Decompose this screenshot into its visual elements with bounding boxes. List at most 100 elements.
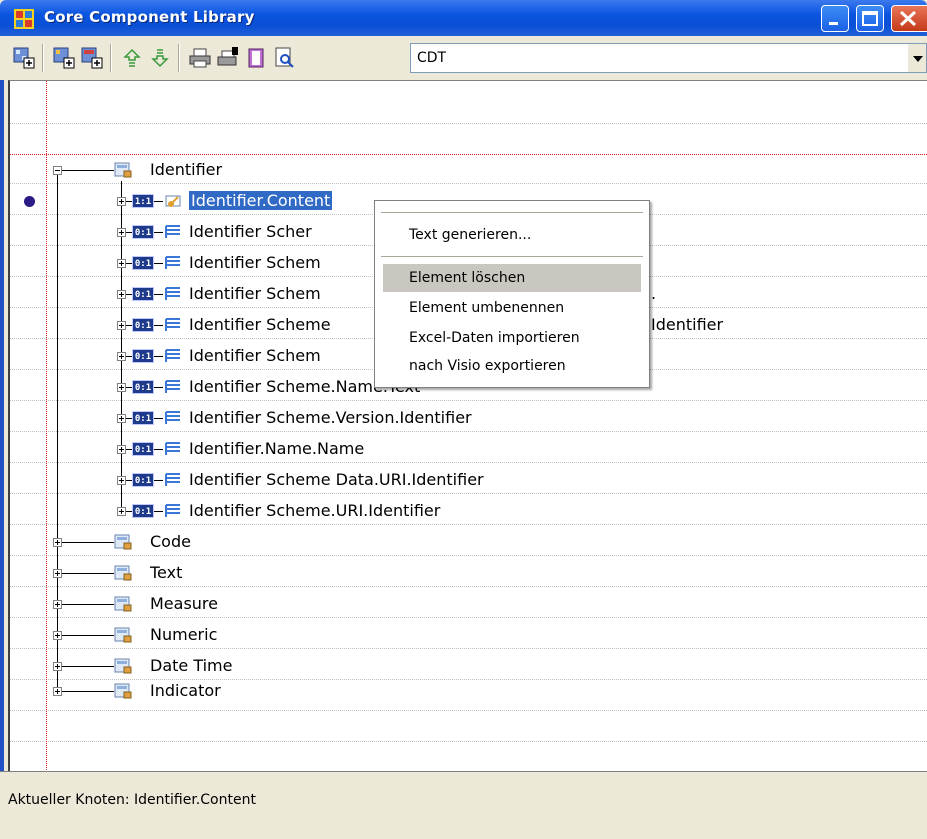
margin-line-vertical: [46, 81, 47, 772]
expand-toggle[interactable]: [117, 259, 126, 268]
context-menu: Text generieren... Element löschen Eleme…: [374, 200, 650, 388]
expand-toggle[interactable]: [117, 321, 126, 330]
attribute-icon: [165, 442, 180, 455]
attribute-icon: [165, 411, 180, 424]
app-window: Core Component Library CDT Identifier 1:…: [0, 0, 927, 839]
move-up-icon[interactable]: [120, 46, 144, 70]
tree-node-label[interactable]: Identifier Schem: [189, 284, 321, 303]
toolbar-separator: [42, 44, 44, 72]
row-divider: [10, 400, 927, 401]
app-icon: [14, 9, 34, 29]
expand-toggle[interactable]: [117, 445, 126, 454]
print-icon[interactable]: [188, 46, 212, 70]
tree-node-label[interactable]: Identifier Schem: [189, 346, 321, 365]
tree-node-label[interactable]: Identifier Scheme.Version.Identifier: [189, 408, 472, 427]
cardinality-badge: 1:1: [132, 194, 154, 208]
row-divider: [10, 431, 927, 432]
cardinality-badge: 0:1: [132, 256, 154, 270]
tree-node-label[interactable]: Identifier Scheme: [189, 315, 331, 334]
maximize-button[interactable]: [856, 5, 884, 32]
menu-item-import-excel[interactable]: Excel-Daten importieren: [383, 324, 641, 352]
tree-node-label-overflow: Identifier: [651, 315, 724, 334]
attribute-icon: [165, 256, 180, 269]
tree-connector: [154, 418, 163, 419]
tree-node-label[interactable]: Text: [150, 563, 182, 582]
tree-connector: [154, 325, 163, 326]
type-combobox[interactable]: CDT: [410, 43, 927, 73]
expand-toggle[interactable]: [117, 228, 126, 237]
tree-node-label[interactable]: Identifier.Name.Name: [189, 439, 364, 458]
expand-toggle[interactable]: [117, 414, 126, 423]
title-bar[interactable]: Core Component Library: [0, 0, 927, 36]
tree-connector: [62, 604, 114, 605]
add-child-icon[interactable]: [52, 46, 76, 70]
expand-toggle[interactable]: [53, 631, 62, 640]
class-node-icon: [114, 596, 132, 612]
row-divider: [10, 648, 927, 649]
collapse-toggle[interactable]: [53, 166, 62, 175]
row-divider: [10, 555, 927, 556]
breakpoint-marker: [24, 196, 35, 207]
tree-connector: [62, 691, 114, 692]
tree-node-label[interactable]: Identifier Scher: [189, 222, 312, 241]
class-node-icon: [114, 683, 132, 699]
tree-node-label[interactable]: Indicator: [150, 681, 221, 700]
margin-line-horizontal: [10, 154, 927, 155]
expand-toggle[interactable]: [117, 197, 126, 206]
expand-toggle[interactable]: [53, 687, 62, 696]
row-divider: [10, 710, 927, 711]
tree-node-label[interactable]: Identifier Scheme.URI.Identifier: [189, 501, 440, 520]
tree-node-label[interactable]: Measure: [150, 594, 218, 613]
attribute-icon: [165, 318, 180, 331]
book-icon[interactable]: [244, 46, 268, 70]
tree-node-label[interactable]: Code: [150, 532, 191, 551]
menu-item-rename-element[interactable]: Element umbenennen: [383, 294, 641, 322]
tree-node-label-selected[interactable]: Identifier.Content: [189, 191, 333, 210]
cardinality-badge: 0:1: [132, 473, 154, 487]
tree-node-label[interactable]: Numeric: [150, 625, 217, 644]
cardinality-badge: 0:1: [132, 287, 154, 301]
menu-item-export-visio[interactable]: nach Visio exportieren: [383, 352, 641, 380]
close-button[interactable]: [891, 5, 927, 32]
menu-item-delete-element[interactable]: Element löschen: [383, 264, 641, 292]
attribute-icon: [165, 225, 180, 238]
menu-separator: [381, 212, 643, 213]
tree-connector: [154, 201, 163, 202]
row-divider: [10, 586, 927, 587]
menu-item-generate-text[interactable]: Text generieren...: [383, 221, 641, 249]
minimize-icon: [829, 22, 838, 25]
row-divider: [10, 462, 927, 463]
tree-view[interactable]: Identifier 1:1 Identifier.Content 0:1 Id…: [8, 80, 927, 772]
tree-node-label[interactable]: Identifier Schem: [189, 253, 321, 272]
combo-value: CDT: [417, 50, 447, 66]
expand-toggle[interactable]: [53, 569, 62, 578]
expand-toggle[interactable]: [117, 476, 126, 485]
move-down-icon[interactable]: [148, 46, 172, 70]
preview-icon[interactable]: [272, 46, 296, 70]
attribute-icon: [165, 349, 180, 362]
cardinality-badge: 0:1: [132, 411, 154, 425]
tree-connector: [154, 263, 163, 264]
expand-toggle[interactable]: [117, 290, 126, 299]
tree-connector: [62, 666, 114, 667]
expand-toggle[interactable]: [53, 538, 62, 547]
cardinality-badge: 0:1: [132, 349, 154, 363]
tree-node-label[interactable]: Identifier: [150, 160, 222, 179]
class-node-icon: [114, 162, 132, 178]
expand-toggle[interactable]: [117, 352, 126, 361]
minimize-button[interactable]: [821, 5, 849, 32]
expand-toggle[interactable]: [53, 600, 62, 609]
tree-node-label[interactable]: Identifier Scheme Data.URI.Identifier: [189, 470, 484, 489]
expand-toggle[interactable]: [117, 383, 126, 392]
expand-toggle[interactable]: [117, 507, 126, 516]
add-sibling-icon[interactable]: [80, 46, 104, 70]
add-node-icon[interactable]: [12, 46, 36, 70]
row-divider: [10, 123, 927, 124]
chevron-down-icon[interactable]: [908, 44, 926, 72]
cardinality-badge: 0:1: [132, 380, 154, 394]
tree-connector: [154, 356, 163, 357]
tree-node-label[interactable]: Date Time: [150, 656, 232, 675]
tree-connector: [62, 573, 114, 574]
expand-toggle[interactable]: [53, 662, 62, 671]
print-setup-icon[interactable]: [216, 46, 240, 70]
